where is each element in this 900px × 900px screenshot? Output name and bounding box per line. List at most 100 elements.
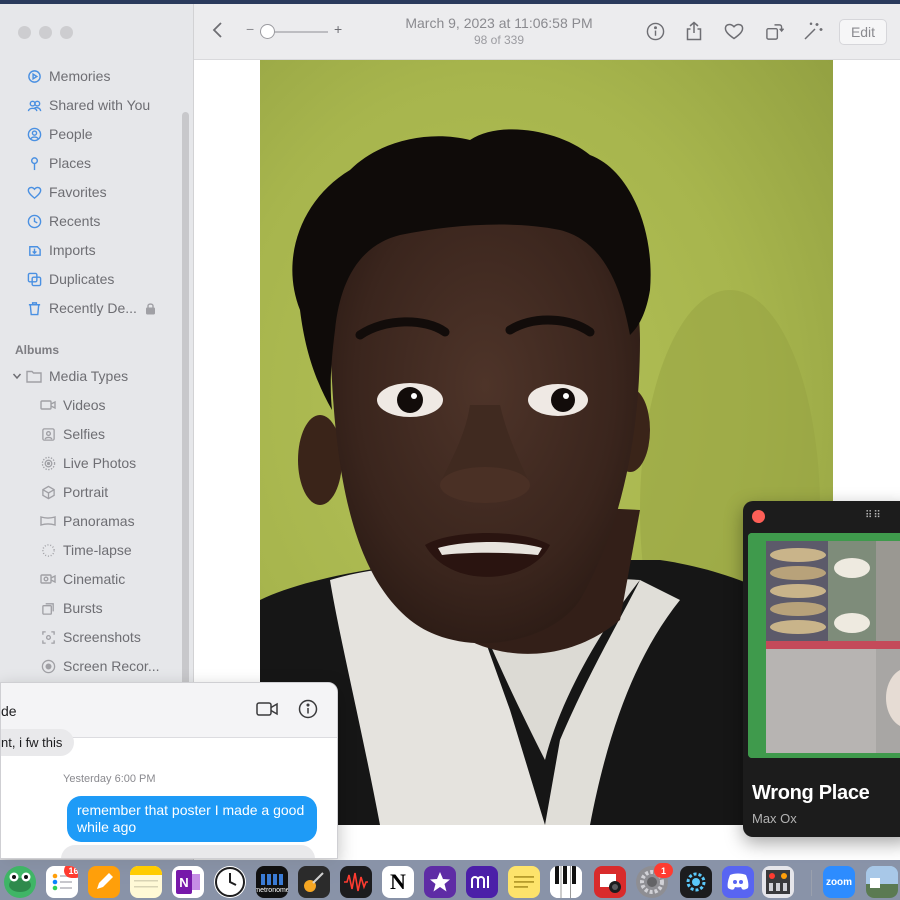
people-icon bbox=[26, 126, 42, 142]
reminders-badge: 16 bbox=[64, 866, 78, 878]
dock-app-notion[interactable]: N bbox=[382, 866, 414, 898]
sidebar-item-label: Videos bbox=[63, 397, 106, 413]
sidebar-item-panoramas[interactable]: Panoramas bbox=[40, 510, 135, 532]
sidebar-item-label: Shared with You bbox=[49, 97, 151, 113]
close-window-button[interactable] bbox=[18, 26, 31, 39]
dock-app-notes[interactable] bbox=[130, 866, 162, 898]
mixer-icon bbox=[766, 870, 790, 894]
dock-app-soundboard[interactable] bbox=[762, 866, 794, 898]
dock-app-musescore[interactable] bbox=[466, 866, 498, 898]
sidebar-item-imports[interactable]: Imports bbox=[26, 239, 96, 261]
info-button[interactable] bbox=[644, 20, 666, 42]
sidebar-item-media-types[interactable]: Media Types bbox=[12, 365, 128, 387]
sidebar-item-screen-recordings[interactable]: Screen Recor... bbox=[40, 655, 160, 677]
received-message-bubble[interactable]: nt, i fw this bbox=[1, 729, 75, 756]
auto-enhance-button[interactable] bbox=[802, 20, 824, 42]
sidebar-item-people[interactable]: People bbox=[26, 123, 93, 145]
sidebar-item-places[interactable]: Places bbox=[26, 152, 91, 174]
close-player-button[interactable] bbox=[752, 510, 765, 523]
drag-handle-icon[interactable]: ⠿⠿ bbox=[865, 510, 882, 521]
memories-icon bbox=[26, 68, 42, 84]
zoom-window-button[interactable] bbox=[60, 26, 73, 39]
edit-button[interactable]: Edit bbox=[839, 19, 887, 45]
album-artwork[interactable] bbox=[748, 533, 900, 758]
rotate-button[interactable] bbox=[763, 20, 785, 42]
dock-app-pages[interactable] bbox=[88, 866, 120, 898]
sidebar-item-live-photos[interactable]: Live Photos bbox=[40, 452, 136, 474]
notes-icon bbox=[130, 866, 162, 888]
sidebar-item-recents[interactable]: Recents bbox=[26, 210, 100, 232]
waveform-icon bbox=[344, 872, 368, 892]
chevron-down-icon[interactable] bbox=[12, 368, 22, 384]
sidebar-item-selfies[interactable]: Selfies bbox=[40, 423, 105, 445]
messages-window: de nt, i fw this Yesterday 6:00 PM remem… bbox=[0, 682, 338, 859]
image-thumbnail-icon bbox=[866, 866, 898, 898]
spotify-mini-player: ⠿⠿ Wrong Place Max Ox bbox=[743, 501, 900, 837]
sidebar-item-memories[interactable]: Memories bbox=[26, 65, 110, 87]
heart-icon bbox=[26, 184, 42, 200]
stickies-icon bbox=[514, 876, 534, 888]
dock-app-piano[interactable] bbox=[550, 866, 582, 898]
sidebar-item-label: Favorites bbox=[49, 184, 107, 200]
dock-app-discord[interactable] bbox=[722, 866, 754, 898]
dock-app-utility[interactable] bbox=[680, 866, 712, 898]
piano-icon bbox=[550, 866, 582, 898]
sidebar-item-cinematic[interactable]: Cinematic bbox=[40, 568, 125, 590]
track-artist[interactable]: Max Ox bbox=[752, 811, 797, 826]
share-button[interactable] bbox=[683, 20, 705, 42]
dock-app-imovie[interactable] bbox=[424, 866, 456, 898]
track-title[interactable]: Wrong Place bbox=[752, 782, 870, 805]
photo-date: March 9, 2023 at 11:06:58 PM bbox=[405, 15, 593, 31]
guitar-icon bbox=[304, 872, 324, 892]
dock-app-audio-editor[interactable] bbox=[340, 866, 372, 898]
partial-message-bubble[interactable] bbox=[61, 845, 315, 858]
zoom-slider-knob[interactable] bbox=[260, 24, 275, 39]
sidebar-item-label: Recents bbox=[49, 213, 101, 229]
dock-app-photo-booth[interactable] bbox=[594, 866, 626, 898]
dock-app-garageband[interactable] bbox=[298, 866, 330, 898]
dock-app-stickies[interactable] bbox=[508, 866, 540, 898]
discord-icon bbox=[727, 873, 749, 890]
albums-section-header: Albums bbox=[15, 343, 60, 357]
clock-icon bbox=[26, 213, 42, 229]
sidebar-item-duplicates[interactable]: Duplicates bbox=[26, 268, 114, 290]
sidebar-item-bursts[interactable]: Bursts bbox=[40, 597, 103, 619]
dock-app-zoom[interactable]: zoom bbox=[823, 866, 855, 898]
sidebar-item-videos[interactable]: Videos bbox=[40, 394, 106, 416]
album-art-collage bbox=[748, 533, 900, 758]
dock-app-onenote[interactable]: N bbox=[172, 866, 204, 898]
conversation-info-button[interactable] bbox=[298, 699, 318, 724]
dock-app-metronome[interactable]: metronome bbox=[256, 866, 288, 898]
favorite-button[interactable] bbox=[723, 20, 745, 42]
sidebar-item-favorites[interactable]: Favorites bbox=[26, 181, 107, 203]
sidebar-scrollbar[interactable] bbox=[182, 112, 189, 702]
sidebar-item-label: Portrait bbox=[63, 484, 109, 500]
minimize-window-button[interactable] bbox=[39, 26, 52, 39]
macos-dock: 16 N metronome N 1 zoom bbox=[0, 860, 900, 900]
timelapse-icon bbox=[40, 542, 56, 558]
sidebar-item-label: Recently De... bbox=[49, 300, 137, 316]
sidebar-item-recently-deleted[interactable]: Recently De... bbox=[26, 297, 156, 319]
sent-message-bubble[interactable]: remember that poster I made a good while… bbox=[67, 796, 317, 842]
metronome-label: metronome bbox=[256, 886, 288, 894]
dock-app-preview[interactable] bbox=[866, 866, 898, 898]
sidebar-item-label: Screen Recor... bbox=[63, 658, 160, 674]
info-icon bbox=[298, 699, 318, 719]
places-icon bbox=[26, 155, 42, 171]
dock-app-reminders[interactable]: 16 bbox=[46, 866, 78, 898]
dock-app-system-settings[interactable]: 1 bbox=[636, 863, 673, 898]
contact-name[interactable]: de bbox=[1, 703, 17, 719]
photos-toolbar: − + March 9, 2023 at 11:06:58 PM 98 of 3… bbox=[194, 4, 900, 60]
sidebar-item-time-lapse[interactable]: Time-lapse bbox=[40, 539, 132, 561]
sidebar-item-label: People bbox=[49, 126, 93, 142]
facetime-video-button[interactable] bbox=[256, 701, 278, 722]
message-timestamp: Yesterday 6:00 PM bbox=[63, 773, 156, 785]
dock-app-frog[interactable] bbox=[4, 866, 36, 898]
shared-icon bbox=[26, 97, 42, 113]
sidebar-item-label: Imports bbox=[49, 242, 96, 258]
sidebar-item-screenshots[interactable]: Screenshots bbox=[40, 626, 141, 648]
sidebar-item-shared-with-you[interactable]: Shared with You bbox=[26, 94, 150, 116]
sidebar-item-portrait[interactable]: Portrait bbox=[40, 481, 108, 503]
dock-app-clock[interactable] bbox=[214, 866, 246, 898]
back-button[interactable] bbox=[212, 21, 224, 44]
